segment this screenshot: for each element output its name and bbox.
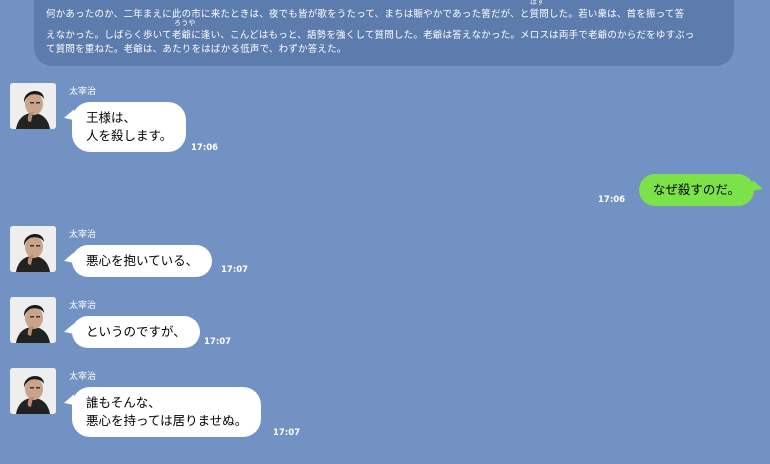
portrait-icon xyxy=(10,83,56,129)
message-line: 悪心を抱いている、 xyxy=(86,253,199,268)
sender-name: 太宰治 xyxy=(69,301,97,311)
portrait-icon xyxy=(10,226,56,272)
message-bubble[interactable]: 王様は、 人を殺します。 xyxy=(72,102,187,152)
narration-line: えなかった。しばらく歩いて老爺に逢い、こんどはもっと、語勢を強くして質問した。老… xyxy=(46,30,695,41)
narration-box: はず 何かあったのか、二年まえに此の市に来たときは、夜でも皆が歌をうたって、まち… xyxy=(34,0,734,66)
chat-window[interactable]: はず 何かあったのか、二年まえに此の市に来たときは、夜でも皆が歌をうたって、まち… xyxy=(0,0,770,464)
message-line: 人を殺します。 xyxy=(86,128,173,143)
narration-ruby-hazu: はず xyxy=(530,0,545,6)
message-time: 17:07 xyxy=(221,265,249,275)
narration-line: 何かあったのか、二年まえに此の市に来たときは、夜でも皆が歌をうたって、まちは賑や… xyxy=(46,9,685,20)
message-line: 王様は、 xyxy=(86,110,137,125)
message-bubble-self[interactable]: なぜ殺すのだ。 xyxy=(638,174,754,206)
message-line: 誰もそんな、 xyxy=(86,395,161,410)
message-line: なぜ殺すのだ。 xyxy=(652,182,740,197)
portrait-icon xyxy=(10,368,56,414)
avatar[interactable] xyxy=(10,368,56,414)
sender-name: 太宰治 xyxy=(69,230,97,240)
message-time: 17:06 xyxy=(598,195,626,205)
sender-name: 太宰治 xyxy=(69,87,97,97)
narration-line: て質問を重ねた。老爺は、あたりをはばかる低声で、わずか答えた。 xyxy=(46,44,347,55)
message-bubble[interactable]: 悪心を抱いている、 xyxy=(72,245,213,277)
narration-ruby-rouya: ろうや xyxy=(174,19,196,27)
portrait-icon xyxy=(10,297,56,343)
message-line: というのですが、 xyxy=(86,324,186,339)
avatar[interactable] xyxy=(10,297,56,343)
message-bubble[interactable]: 誰もそんな、 悪心を持っては居りませぬ。 xyxy=(72,387,262,437)
avatar[interactable] xyxy=(10,83,56,129)
message-time: 17:07 xyxy=(273,428,301,438)
sender-name: 太宰治 xyxy=(69,372,97,382)
message-time: 17:06 xyxy=(191,143,219,153)
message-line: 悪心を持っては居りませぬ。 xyxy=(86,413,248,428)
message-bubble[interactable]: というのですが、 xyxy=(72,316,200,348)
avatar[interactable] xyxy=(10,226,56,272)
message-time: 17:07 xyxy=(204,337,232,347)
